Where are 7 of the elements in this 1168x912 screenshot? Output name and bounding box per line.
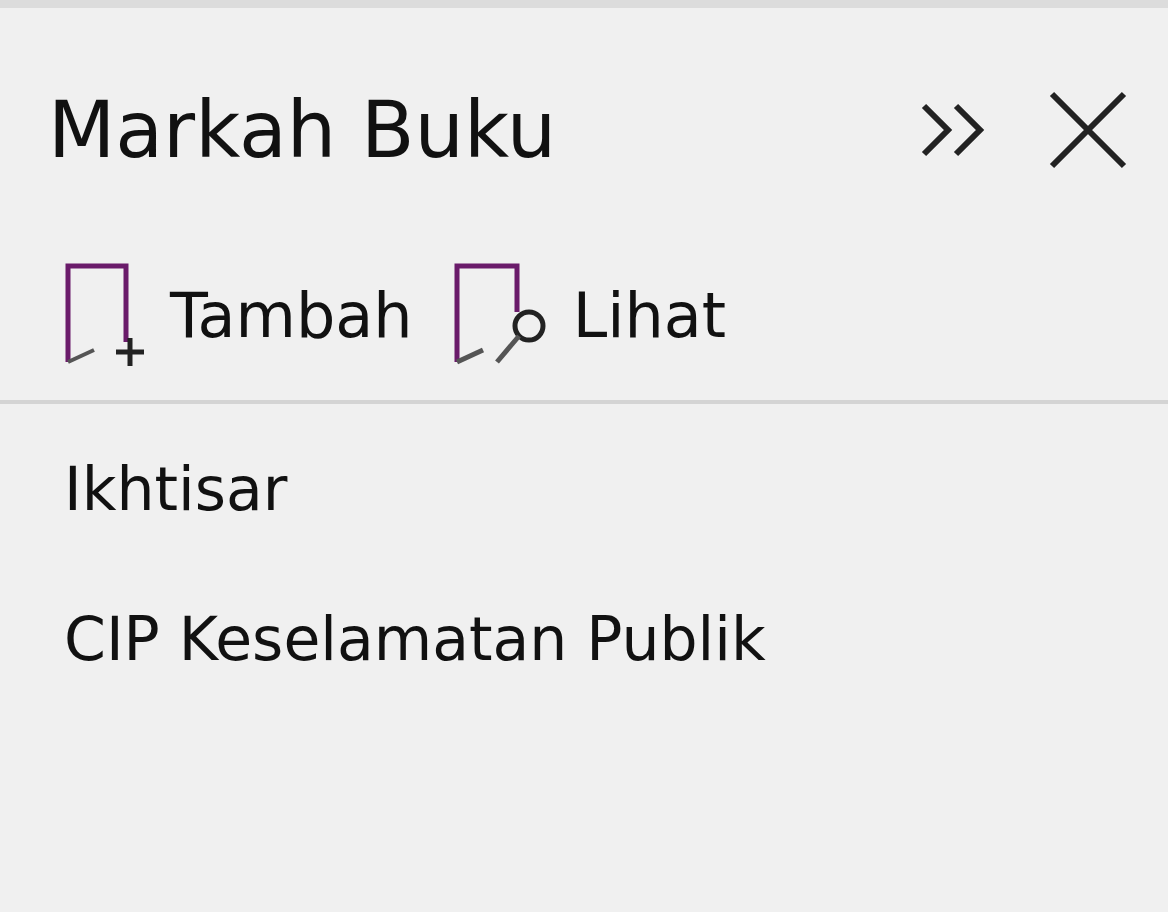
bookmark-item[interactable]: Ikhtisar [64, 454, 288, 524]
toolbar-button[interactable]: Tambah [64, 260, 413, 370]
toolbar-button[interactable]: Lihat [452, 260, 727, 370]
close-icon[interactable] [1048, 90, 1128, 170]
pane-title: Markah Buku [48, 85, 557, 175]
bookmark-add-icon [64, 262, 146, 368]
bookmark-item[interactable]: CIP Keselamatan Publik [64, 604, 766, 674]
